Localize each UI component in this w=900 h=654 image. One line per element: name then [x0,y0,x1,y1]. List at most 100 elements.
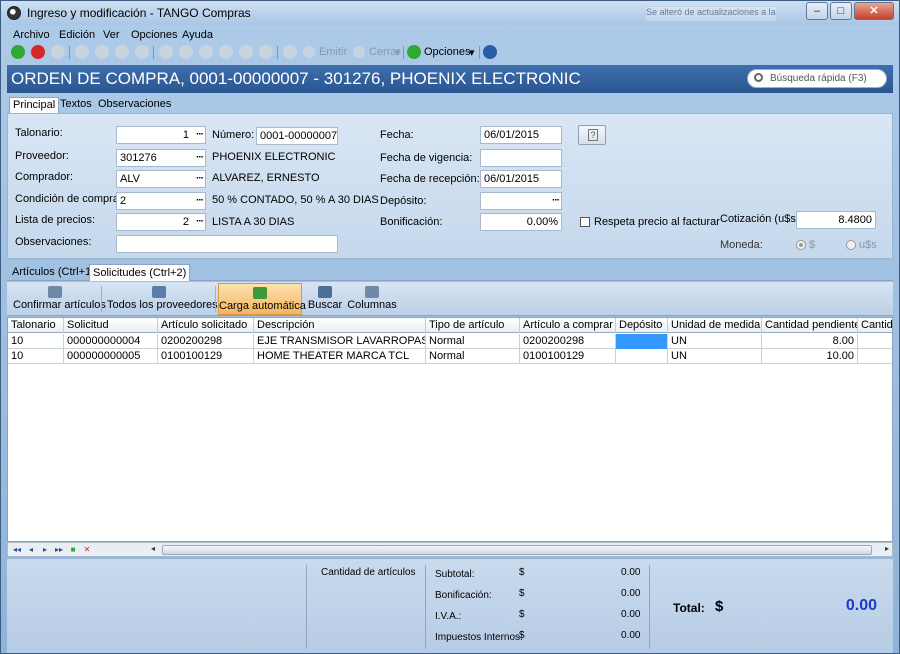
horizontal-scrollbar[interactable]: ◂ ▸ [148,544,892,556]
cell-unidad-medida[interactable]: UN [668,349,762,364]
talonario-lookup-button[interactable]: ··· [196,127,204,143]
help-icon[interactable] [483,45,497,59]
bonificacion-field[interactable]: 0.00% [480,213,562,231]
cell-cantidad[interactable] [858,334,892,349]
opciones-dropdown-icon[interactable]: ▾ [469,46,475,59]
menu-ver[interactable]: Ver [103,29,120,41]
nav-prev-icon[interactable]: ◂ [26,545,36,555]
cell-solicitud[interactable]: 000000000005 [64,349,158,364]
column-cantidad[interactable]: Cantidad [858,318,892,333]
proveedor-field[interactable]: 301276 ··· [116,149,206,167]
up-icon[interactable] [115,45,129,59]
cell-cantidad[interactable] [858,349,892,364]
last-icon[interactable] [219,45,233,59]
add-icon[interactable] [51,45,65,59]
cell-deposito[interactable] [616,349,668,364]
scroll-thumb[interactable] [162,545,872,555]
comprador-field[interactable]: ALV ··· [116,170,206,188]
first-icon[interactable] [159,45,173,59]
refresh-icon[interactable] [135,45,149,59]
cotizacion-field[interactable]: 8.4800 [796,211,876,229]
confirmar-articulos-button[interactable]: Confirmar artículos [13,283,106,315]
nav-add-icon[interactable]: ■ [68,545,78,555]
calendar-help-button[interactable]: ? [578,125,606,145]
vigencia-field[interactable] [480,149,562,167]
nav-first-icon[interactable]: ◂◂ [12,545,22,555]
copy-icon[interactable] [95,45,109,59]
tab-textos[interactable]: Textos [57,97,95,113]
moneda-dolar-radio[interactable] [846,240,856,250]
minimize-button[interactable]: – [806,2,828,20]
cell-descripcion[interactable]: EJE TRANSMISOR LAVARROPAS [254,334,426,349]
column-tipo-articulo[interactable]: Tipo de artículo [426,318,520,333]
menu-archivo[interactable]: Archivo [13,29,50,41]
cell-cantidad-pendiente[interactable]: 8.00 [762,334,858,349]
table-row[interactable]: 10 000000000005 0100100129 HOME THEATER … [8,349,892,364]
cell-talonario[interactable]: 10 [8,334,64,349]
carga-automatica-button[interactable]: Carga automática [218,283,306,315]
column-descripcion[interactable]: Descripción [254,318,426,333]
column-unidad-medida[interactable]: Unidad de medida [668,318,762,333]
fecha-field[interactable]: 06/01/2015 [480,126,562,144]
menu-ayuda[interactable]: Ayuda [182,29,213,41]
cell-tipo-articulo[interactable]: Normal [426,334,520,349]
column-cantidad-pendiente[interactable]: Cantidad pendiente [762,318,858,333]
todos-proveedores-button[interactable]: Todos los proveedores [107,283,218,315]
tab-articulos[interactable]: Artículos (Ctrl+1) [9,264,98,281]
nav-next-icon[interactable]: ▸ [40,545,50,555]
cell-descripcion[interactable]: HOME THEATER MARCA TCL [254,349,426,364]
print-icon[interactable] [283,45,297,59]
deposito-field[interactable]: ··· [480,192,562,210]
menu-opciones[interactable]: Opciones [131,29,177,41]
cell-tipo-articulo[interactable]: Normal [426,349,520,364]
next-icon[interactable] [199,45,213,59]
numero-field[interactable]: 0001-00000007 [256,127,338,145]
tab-principal[interactable]: Principal [9,97,60,113]
opciones-button[interactable]: Opciones [424,46,470,58]
star-icon[interactable] [239,45,253,59]
cell-articulo-solicitado[interactable]: 0100100129 [158,349,254,364]
buscar-button[interactable]: Buscar [306,283,344,315]
cell-articulo-solicitado[interactable]: 0200200298 [158,334,254,349]
accept-icon[interactable] [11,45,25,59]
talonario-field[interactable]: 1 ··· [116,126,206,144]
table-row[interactable]: 10 000000000004 0200200298 EJE TRANSMISO… [8,334,892,349]
column-deposito[interactable]: Depósito [616,318,668,333]
menu-edicion[interactable]: Edición [59,29,95,41]
quick-search-input[interactable]: Búsqueda rápida (F3) [747,69,887,88]
cancel-icon[interactable] [31,45,45,59]
delete-icon[interactable] [75,45,89,59]
maximize-button[interactable]: □ [830,2,852,20]
column-talonario[interactable]: Talonario [8,318,64,333]
sort-icon[interactable] [259,45,273,59]
recepcion-field[interactable]: 06/01/2015 [480,170,562,188]
observaciones-field[interactable] [116,235,338,253]
lista-lookup-button[interactable]: ··· [196,214,204,230]
cell-deposito[interactable] [616,334,668,349]
close-button[interactable]: ✕ [854,2,894,20]
cell-articulo-comprar[interactable]: 0200200298 [520,334,616,349]
condicion-lookup-button[interactable]: ··· [196,193,204,209]
cell-articulo-comprar[interactable]: 0100100129 [520,349,616,364]
cell-cantidad-pendiente[interactable]: 10.00 [762,349,858,364]
scroll-left-icon[interactable]: ◂ [148,544,158,554]
deposito-lookup-button[interactable]: ··· [552,193,560,209]
cell-solicitud[interactable]: 000000000004 [64,334,158,349]
emitir-button[interactable]: Emitir [319,46,347,58]
nav-delete-icon[interactable]: ✕ [82,545,92,555]
lista-field[interactable]: 2 ··· [116,213,206,231]
solicitudes-grid[interactable]: Talonario Solicitud Artículo solicitado … [7,317,893,542]
nav-last-icon[interactable]: ▸▸ [54,545,64,555]
proveedor-lookup-button[interactable]: ··· [196,150,204,166]
cell-talonario[interactable]: 10 [8,349,64,364]
comprador-lookup-button[interactable]: ··· [196,171,204,187]
respeta-precio-checkbox[interactable] [580,217,590,227]
column-articulo-solicitado[interactable]: Artículo solicitado [158,318,254,333]
cell-unidad-medida[interactable]: UN [668,334,762,349]
cerrar-dropdown-icon[interactable]: ▾ [395,46,401,59]
scroll-right-icon[interactable]: ▸ [882,544,892,554]
previous-icon[interactable] [179,45,193,59]
columnas-button[interactable]: Columnas [347,283,397,315]
column-articulo-comprar[interactable]: Artículo a comprar [520,318,616,333]
moneda-peso-radio[interactable] [796,240,806,250]
